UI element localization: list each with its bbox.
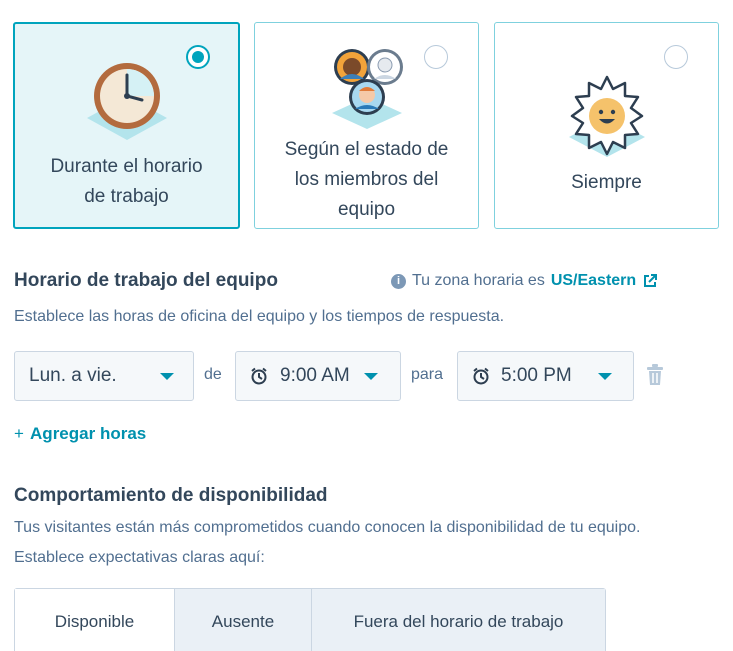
clock-icon <box>86 63 167 140</box>
from-label: de <box>204 366 222 383</box>
end-time-select[interactable]: 5:00 PM <box>457 351 634 401</box>
tab-available[interactable]: Disponible <box>15 589 174 651</box>
days-select[interactable]: Lun. a vie. <box>14 351 194 401</box>
start-time-select[interactable]: 9:00 AM <box>235 351 401 401</box>
add-hours-label: Agregar horas <box>30 424 147 443</box>
hours-section-description: Establece las horas de oficina del equip… <box>14 308 505 325</box>
availability-description-line1: Tus visitantes están más comprometidos c… <box>14 519 641 536</box>
team-avatars-icon <box>331 49 403 129</box>
hours-section-title: Horario de trabajo del equipo <box>14 270 278 291</box>
chevron-down-icon <box>598 373 612 380</box>
timezone-info: i Tu zona horaria es US/Eastern <box>391 272 658 290</box>
option-card-business-hours[interactable]: Durante el horario de trabajo <box>13 22 240 229</box>
alarm-clock-icon <box>251 367 267 385</box>
alarm-clock-icon <box>473 367 489 385</box>
option-label: Siempre <box>571 172 642 193</box>
availability-section-title: Comportamiento de disponibilidad <box>14 485 328 506</box>
option-card-team-status[interactable]: Según el estado de los miembros del equi… <box>254 22 479 229</box>
timezone-prefix: Tu zona horaria es <box>412 272 545 289</box>
radio-always[interactable] <box>664 45 688 69</box>
option-label: Durante el horario de trabajo <box>50 156 203 207</box>
end-time-value: 5:00 PM <box>501 365 572 386</box>
days-select-value: Lun. a vie. <box>29 365 117 386</box>
availability-tabs: Disponible Ausente Fuera del horario de … <box>14 588 606 651</box>
plus-icon: + <box>14 424 24 443</box>
tab-away[interactable]: Ausente <box>174 589 311 651</box>
timezone-link[interactable]: US/Eastern <box>551 272 636 290</box>
option-label: Según el estado de los miembros del equi… <box>284 139 449 220</box>
radio-business-hours[interactable] <box>186 45 210 69</box>
chevron-down-icon <box>364 373 378 380</box>
external-link-icon[interactable] <box>642 273 658 289</box>
chevron-down-icon <box>160 373 174 380</box>
trash-icon[interactable] <box>646 364 664 386</box>
sun-icon <box>568 75 645 157</box>
availability-description-line2: Establece expectativas claras aquí: <box>14 549 265 566</box>
to-label: para <box>411 366 444 383</box>
radio-team-status[interactable] <box>424 45 448 69</box>
tab-outside-hours[interactable]: Fuera del horario de trabajo <box>311 589 605 651</box>
start-time-value: 9:00 AM <box>280 365 350 386</box>
option-card-always[interactable]: Siempre <box>494 22 719 229</box>
add-hours-link[interactable]: + Agregar horas <box>14 424 146 444</box>
info-icon: i <box>391 273 406 289</box>
